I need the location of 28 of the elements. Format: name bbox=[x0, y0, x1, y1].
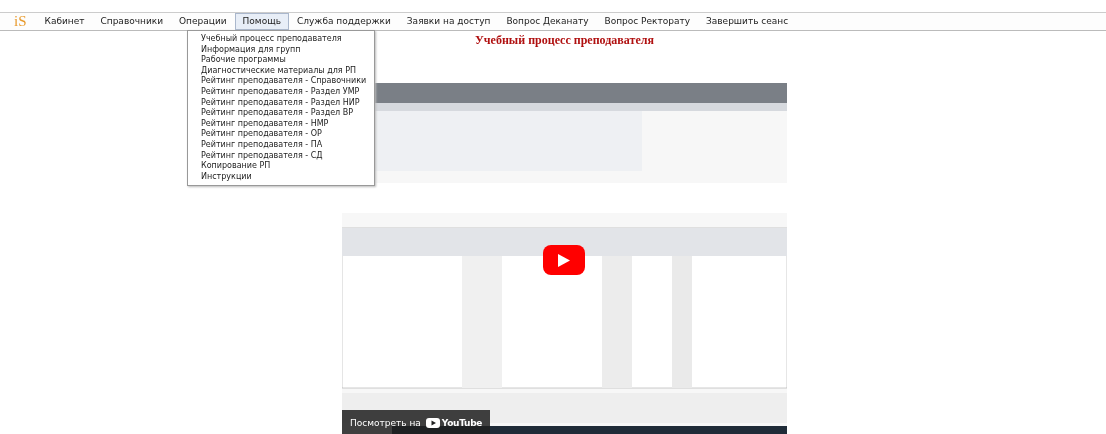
dropdown-item[interactable]: Рейтинг преподавателя - Раздел УМР bbox=[188, 86, 367, 98]
dropdown-item[interactable]: Рейтинг преподавателя - НМР bbox=[188, 118, 367, 130]
menu-item[interactable]: Вопрос Деканату bbox=[498, 13, 597, 30]
watch-on-youtube-link[interactable]: Посмотреть на YouTube bbox=[342, 410, 491, 434]
dropdown-item[interactable]: Рейтинг преподавателя - Раздел НИР bbox=[188, 97, 367, 109]
play-icon bbox=[558, 253, 570, 267]
menu-item[interactable]: Операции bbox=[171, 13, 235, 30]
dropdown-item[interactable]: Учебный процесс преподавателя bbox=[188, 34, 367, 45]
menu-item[interactable]: Заявки на доступ bbox=[398, 13, 499, 30]
menu-item[interactable]: Помощь bbox=[234, 13, 289, 30]
dropdown-item[interactable]: Рейтинг преподавателя - ПА bbox=[188, 139, 367, 151]
menu-item[interactable]: Справочники bbox=[92, 13, 172, 30]
dropdown-item[interactable]: Диагностические материалы для РП bbox=[188, 65, 367, 77]
play-button[interactable] bbox=[543, 245, 585, 275]
play-icon bbox=[425, 417, 440, 428]
page-title: Учебный процесс преподавателя bbox=[475, 33, 654, 49]
dropdown-item[interactable]: Инструкции bbox=[188, 171, 367, 183]
menu-item[interactable]: Кабинет bbox=[36, 13, 93, 30]
dropdown-item[interactable]: Копирование РП bbox=[188, 161, 367, 172]
dropdown-item[interactable]: Информация для групп bbox=[188, 44, 367, 56]
menu-item[interactable]: Вопрос Ректорату bbox=[596, 13, 699, 30]
menu-item[interactable]: Завершить сеанс bbox=[698, 13, 797, 30]
dropdown-item[interactable]: Рейтинг преподавателя - СД bbox=[188, 150, 367, 162]
dropdown-item[interactable]: Рейтинг преподавателя - Раздел ВР bbox=[188, 108, 367, 119]
dropdown-item[interactable]: Рабочие программы bbox=[188, 55, 367, 66]
menu-item[interactable]: Служба поддержки bbox=[288, 13, 399, 30]
dropdown-item[interactable]: Рейтинг преподавателя - Справочники bbox=[188, 76, 367, 87]
dropdown-item[interactable]: Рейтинг преподавателя - ОР bbox=[188, 129, 367, 140]
